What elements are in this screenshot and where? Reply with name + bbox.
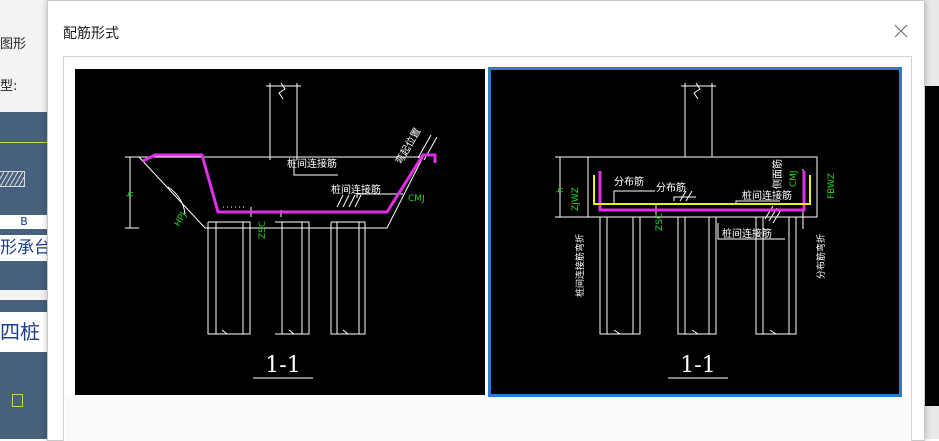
label-h: h <box>126 191 136 197</box>
bg-preview-panel: B <box>0 112 48 290</box>
section-label-2: 1-1 <box>680 353 715 378</box>
options-footer <box>66 397 909 441</box>
close-button[interactable] <box>888 18 914 44</box>
reinforcement-option-1[interactable]: 桩间连接筋 桩间连接筋 弯起位置 CMJ ZSC HPJ h 1-1 <box>75 69 485 395</box>
reinforcement-form-dialog: 配筋形式 桩间连接筋 桩间连接筋 弯起位置 CMJ ZSC HPJ h 1-1 … <box>47 0 925 441</box>
label-distribution-1: 分布筋 <box>614 175 644 188</box>
section-drawing-2: 分布筋 分布筋 桩间连接筋 桩间连接筋 侧面筋 ZJWZ FBWZ CMJ ZS… <box>555 82 837 379</box>
label-zsc: ZSC <box>258 221 268 239</box>
bg-label-type: 型: <box>0 79 18 94</box>
close-icon <box>894 24 908 38</box>
label-left-vertical: 桩间连接筋弯折 <box>574 234 586 297</box>
bg-cell-cap: 形承台 <box>0 235 48 261</box>
reinforcement-option-2[interactable]: 分布筋 分布筋 桩间连接筋 桩间连接筋 侧面筋 ZJWZ FBWZ CMJ ZS… <box>488 67 902 397</box>
label-top-connection: 桩间连接筋 <box>287 157 337 170</box>
label-right-vertical: 分布筋弯折 <box>815 234 827 279</box>
bg-small-icon <box>12 394 23 407</box>
section-label: 1-1 <box>265 353 300 378</box>
label-cmj-2: CMJ <box>789 170 799 187</box>
label-zjwz: ZJWZ <box>571 187 581 211</box>
label-connection-1: 桩间连接筋 <box>742 189 792 202</box>
bg-hatch-icon <box>0 171 25 187</box>
options-container: 桩间连接筋 桩间连接筋 弯起位置 CMJ ZSC HPJ h 1-1 分布筋 分… <box>63 56 912 441</box>
label-fbwz: FBWZ <box>827 173 837 199</box>
bg-preview-frame: B <box>0 142 48 249</box>
label-distribution-2: 分布筋 <box>656 181 686 194</box>
section-drawing-1: 桩间连接筋 桩间连接筋 弯起位置 CMJ ZSC HPJ h 1-1 <box>125 82 438 379</box>
label-zsc-2: ZSC <box>655 213 665 231</box>
bg-label-graphic: 图形 <box>0 37 27 52</box>
bg-preview-panel-2: 四桩 <box>0 300 48 439</box>
label-connection-2: 桩间连接筋 <box>722 227 772 240</box>
label-hpj: HPJ <box>173 211 189 229</box>
bg-cell-four-pile: 四桩 <box>0 312 48 352</box>
dialog-title: 配筋形式 <box>63 26 119 42</box>
label-cmj: CMJ <box>408 194 425 204</box>
label-side-bar: 侧面筋 <box>771 159 784 189</box>
label-mid-connection: 桩间连接筋 <box>331 183 381 196</box>
label-h-2: h <box>556 187 566 193</box>
bg-cell-b: B <box>0 215 48 229</box>
